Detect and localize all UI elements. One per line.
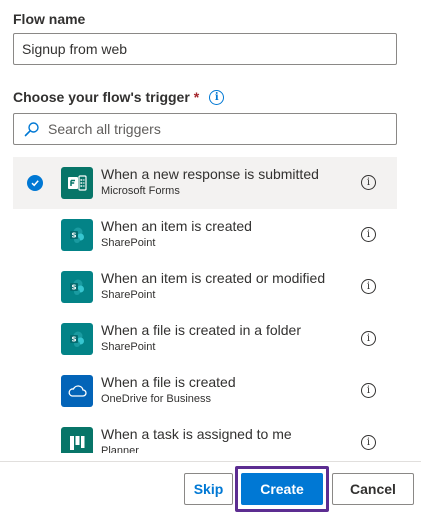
trigger-list: When a new response is submitted Microso… [13, 157, 397, 453]
search-icon [24, 122, 39, 137]
sharepoint-icon: S [61, 271, 93, 303]
info-icon[interactable]: i [361, 227, 376, 242]
trigger-title: When a new response is submitted [101, 166, 319, 182]
planner-icon [61, 427, 93, 453]
info-icon[interactable]: i [361, 279, 376, 294]
info-icon[interactable]: i [209, 89, 225, 105]
onedrive-icon [61, 375, 93, 407]
flow-name-input[interactable] [13, 33, 397, 65]
svg-text:S: S [71, 284, 76, 292]
trigger-title: When a file is created in a folder [101, 322, 301, 338]
trigger-label: Choose your flow's trigger [13, 89, 190, 105]
trigger-item[interactable]: When a new response is submitted Microso… [13, 157, 397, 209]
trigger-item[interactable]: When a task is assigned to me Planner i [13, 417, 397, 453]
selected-check-icon [27, 175, 43, 191]
sharepoint-icon: S [61, 219, 93, 251]
info-icon[interactable]: i [361, 435, 376, 450]
create-button[interactable]: Create [241, 473, 323, 505]
trigger-title: When a task is assigned to me [101, 426, 292, 442]
search-placeholder: Search all triggers [48, 121, 161, 137]
trigger-item[interactable]: S When a file is created in a folder Sha… [13, 313, 397, 365]
trigger-title: When an item is created or modified [101, 270, 326, 286]
forms-icon [61, 167, 93, 199]
skip-button[interactable]: Skip [184, 473, 233, 505]
trigger-item[interactable]: S When an item is created or modified Sh… [13, 261, 397, 313]
svg-text:S: S [71, 232, 76, 240]
trigger-app-name: Microsoft Forms [101, 185, 180, 197]
trigger-title: When an item is created [101, 218, 252, 234]
trigger-title: When a file is created [101, 374, 236, 390]
cancel-button[interactable]: Cancel [332, 473, 414, 505]
info-icon[interactable]: i [361, 331, 376, 346]
trigger-item[interactable]: When a file is created OneDrive for Busi… [13, 365, 397, 417]
trigger-app-name: SharePoint [101, 289, 156, 301]
info-icon[interactable]: i [361, 175, 376, 190]
trigger-app-name: SharePoint [101, 237, 156, 249]
trigger-label-row: Choose your flow's trigger * i [13, 89, 225, 105]
sharepoint-icon: S [61, 323, 93, 355]
trigger-app-name: SharePoint [101, 341, 156, 353]
footer-divider [0, 461, 421, 462]
trigger-search-box[interactable]: Search all triggers [13, 113, 397, 145]
trigger-app-name: Planner [101, 445, 139, 453]
svg-text:S: S [71, 336, 76, 344]
trigger-app-name: OneDrive for Business [101, 393, 212, 405]
flow-name-label: Flow name [13, 11, 86, 27]
trigger-item[interactable]: S When an item is created SharePoint i [13, 209, 397, 261]
info-icon[interactable]: i [361, 383, 376, 398]
required-asterisk: * [193, 89, 200, 105]
